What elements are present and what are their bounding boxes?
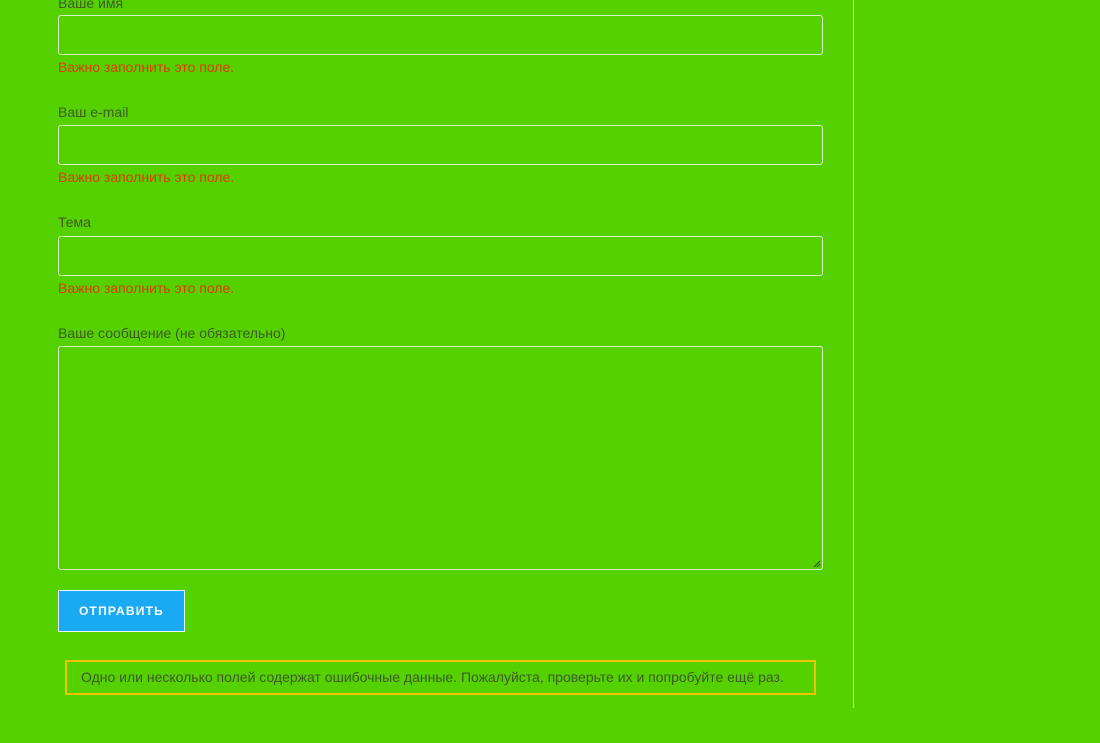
- subject-label: Тема: [58, 214, 91, 230]
- message-textarea[interactable]: [58, 346, 823, 570]
- submit-button[interactable]: ОТПРАВИТЬ: [58, 590, 185, 632]
- validation-error-message: Одно или несколько полей содержат ошибоч…: [65, 660, 816, 695]
- content-sidebar-divider: [853, 0, 854, 708]
- name-error: Важно заполнить это поле.: [58, 59, 235, 75]
- email-input[interactable]: [58, 125, 823, 165]
- email-label: Ваш e-mail: [58, 104, 129, 120]
- subject-error: Важно заполнить это поле.: [58, 280, 235, 296]
- name-input[interactable]: [58, 15, 823, 55]
- resize-handle-icon[interactable]: [813, 560, 821, 568]
- message-label: Ваше сообщение (не обязательно): [58, 325, 286, 341]
- name-label: Ваше имя: [58, 0, 124, 11]
- email-error: Важно заполнить это поле.: [58, 169, 235, 185]
- subject-input[interactable]: [58, 236, 823, 276]
